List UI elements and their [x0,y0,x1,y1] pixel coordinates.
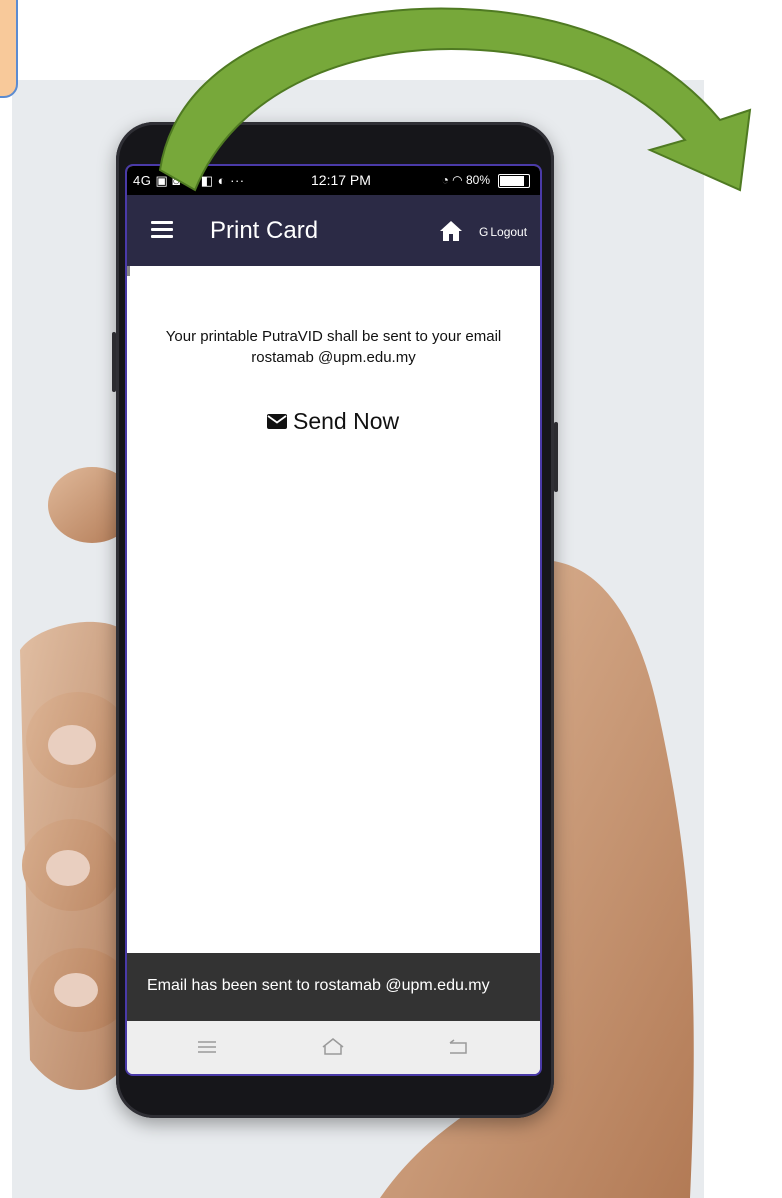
page-title: Print Card [210,217,319,244]
snackbar: Email has been sent to rostamab @upm.edu… [127,953,540,1021]
send-now-button[interactable]: Send Now [267,406,399,436]
envelope-icon [267,413,287,429]
phone-side-button [112,332,116,392]
nav-menu-icon[interactable] [194,1035,220,1059]
menu-icon[interactable] [151,221,173,239]
phone-screen: 4G ▣ ◙ ◎ ◧ ◐ ··· 12:17 PM ◔ ◠ 80% Print … [127,166,540,1074]
logout-icon: G [479,225,489,239]
divider [127,266,130,276]
system-nav-bar [127,1021,540,1074]
message-line-1: Your printable PutraVID shall be sent to… [165,328,502,345]
phone-side-button [554,422,558,492]
send-now-label: Send Now [293,407,400,434]
snackbar-text: Email has been sent to rostamab @upm.edu… [147,977,490,994]
nav-home-icon[interactable] [320,1035,346,1059]
home-icon[interactable] [439,219,463,243]
message-line-2: rostamab @upm.edu.my [251,349,416,366]
curved-arrow-icon [158,7,752,192]
logout-button[interactable]: G Logout [479,225,527,239]
send-info-message: Your printable PutraVID shall be sent to… [127,326,540,368]
nav-back-icon[interactable] [445,1035,471,1059]
logout-label: Logout [490,225,528,239]
